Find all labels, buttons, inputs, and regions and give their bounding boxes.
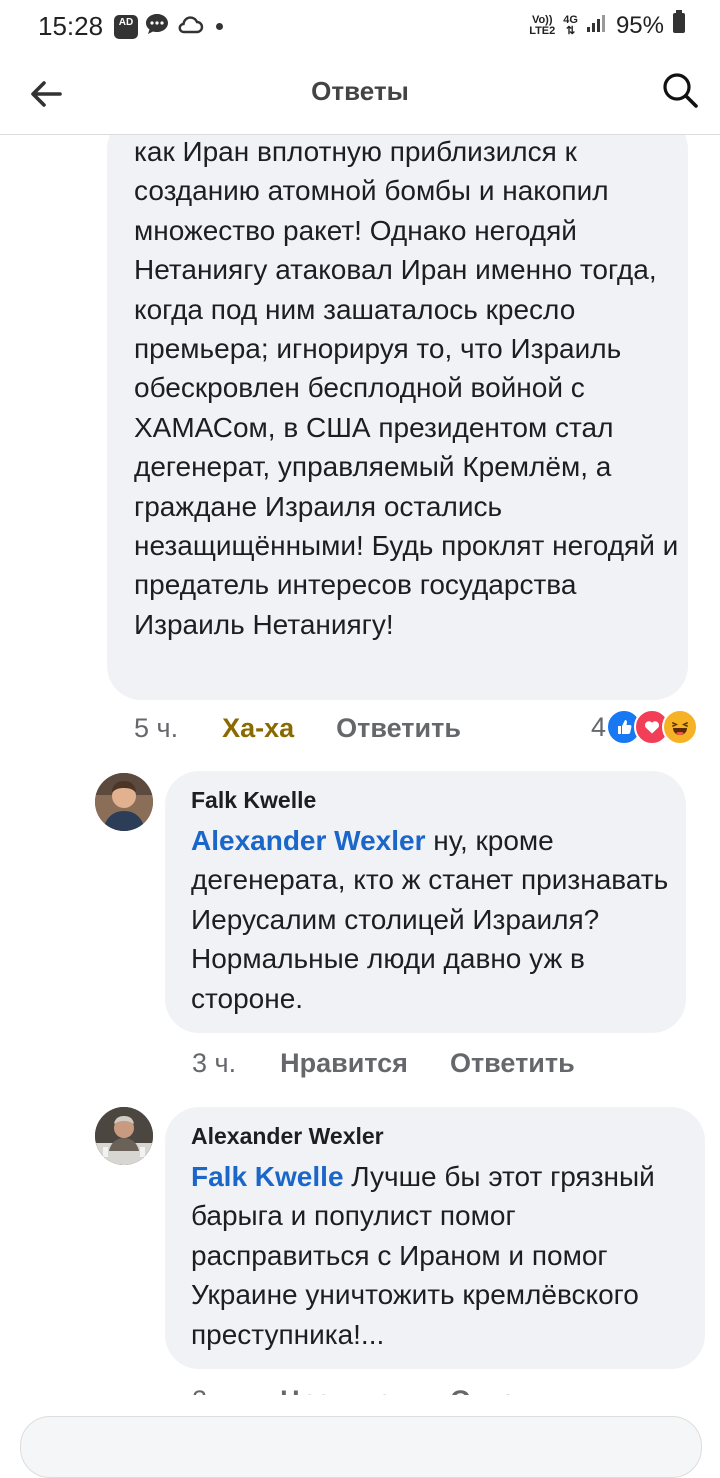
data-indicator: 4G ⇅ xyxy=(563,13,578,37)
reply-author[interactable]: Alexander Wexler xyxy=(191,1123,384,1150)
like-button[interactable]: Нравится xyxy=(280,1385,408,1395)
reply-button[interactable]: Ответить xyxy=(336,713,461,744)
reply-button[interactable]: Ответить xyxy=(450,1385,575,1395)
status-icons-left: AD xyxy=(114,12,223,41)
signal-icon xyxy=(586,12,608,40)
cloud-icon xyxy=(176,13,204,40)
avatar-photo-alexander xyxy=(95,1107,153,1165)
reply-author[interactable]: Falk Kwelle xyxy=(191,787,316,814)
volte-indicator: Vo)) LTE2 xyxy=(529,13,556,37)
reply-bubble-2: Alexander Wexler Falk Kwelle Лучше бы эт… xyxy=(165,1107,705,1369)
volte-top: Vo)) xyxy=(531,13,553,26)
adblock-icon: AD xyxy=(114,14,138,39)
status-icons-right: Vo)) LTE2 4G ⇅ 95% xyxy=(529,10,686,41)
reply-time: 2 ч. xyxy=(192,1385,236,1395)
adblock-badge-label: AD xyxy=(118,16,134,28)
signal-type: 4G xyxy=(563,13,578,26)
reply-actions-1: 3 ч. Нравится Ответить xyxy=(192,1048,575,1079)
mention-link[interactable]: Alexander Wexler xyxy=(191,825,426,856)
mention-link[interactable]: Falk Kwelle xyxy=(191,1161,344,1192)
reply-time: 3 ч. xyxy=(192,1048,237,1078)
haha-icon xyxy=(662,709,698,745)
status-time: 15:28 xyxy=(38,11,104,41)
app-header: Ответы xyxy=(0,52,720,135)
haha-reaction-button[interactable]: Ха-ха xyxy=(222,713,294,744)
battery-icon xyxy=(672,10,686,41)
reaction-summary[interactable]: 4 xyxy=(591,709,698,745)
comment-time: 5 ч. xyxy=(134,713,179,743)
avatar[interactable] xyxy=(95,1107,153,1165)
reply-text: Falk Kwelle Лучше бы этот грязный барыга… xyxy=(191,1157,691,1354)
battery-percent: 95% xyxy=(615,11,664,39)
reply-button[interactable]: Ответить xyxy=(450,1048,575,1079)
reply-bubble-1: Falk Kwelle Alexander Wexler ну, кроме д… xyxy=(165,771,686,1033)
like-button[interactable]: Нравится xyxy=(280,1048,408,1079)
status-bar: 15:28 AD Vo)) LTE2 4G ⇅ 95% xyxy=(0,0,720,52)
reaction-count: 4 xyxy=(590,711,606,742)
chat-icon xyxy=(144,12,170,41)
comment-composer[interactable] xyxy=(20,1416,702,1478)
search-icon xyxy=(663,73,698,108)
data-arrows-icon: ⇅ xyxy=(566,24,576,37)
reply-actions-2: 2 ч. Нравится Ответить xyxy=(192,1385,575,1395)
main-comment-bubble: как Иран вплотную приблизился к созданию… xyxy=(107,135,688,700)
volte-bottom: LTE2 xyxy=(529,24,556,37)
search-button[interactable] xyxy=(660,70,700,110)
page-title: Ответы xyxy=(311,76,409,106)
avatar[interactable] xyxy=(95,773,153,831)
main-comment-actions: 5 ч. Ха-ха Ответить xyxy=(134,713,461,744)
reply-text: Alexander Wexler ну, кроме дегенерата, к… xyxy=(191,821,671,1018)
avatar-photo-falk xyxy=(95,773,153,831)
replies-thread[interactable]: как Иран вплотную приблизился к созданию… xyxy=(0,135,720,1395)
dot-icon xyxy=(216,23,223,30)
main-comment-text: как Иран вплотную приблизился к созданию… xyxy=(134,136,679,640)
